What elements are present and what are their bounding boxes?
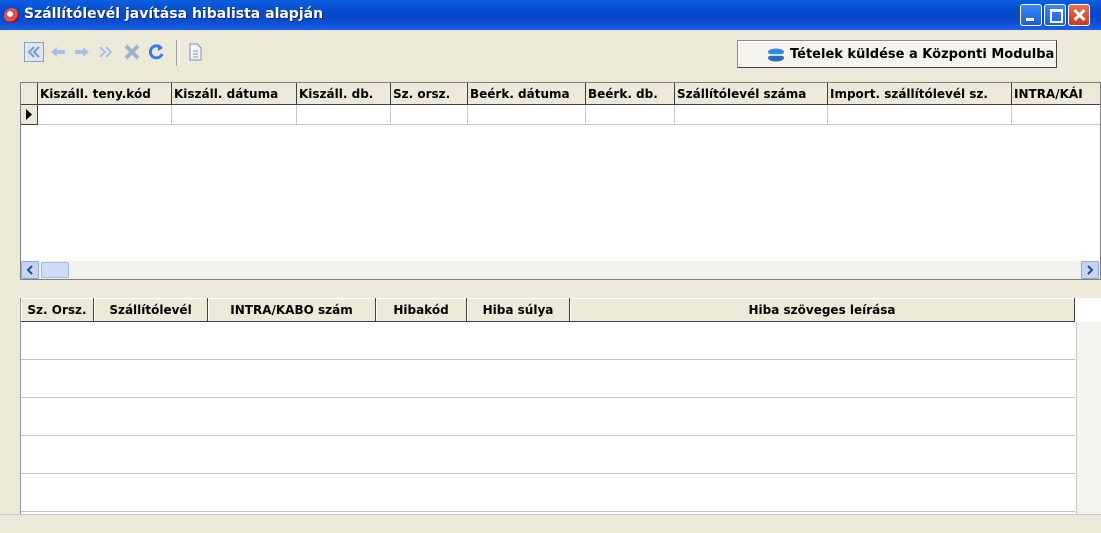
double-arrow-right-icon [99, 46, 113, 58]
column-header[interactable]: Sz. Orsz. [21, 298, 94, 322]
horizontal-scrollbar[interactable] [21, 261, 1100, 279]
vertical-scroll-area[interactable] [1076, 322, 1101, 514]
scroll-thumb[interactable] [41, 262, 69, 278]
table-cell[interactable] [675, 105, 828, 125]
table-cell[interactable] [38, 105, 172, 125]
arrow-left-icon [51, 47, 65, 57]
grid-header-row: Kiszáll. teny.kód Kiszáll. dátuma Kiszál… [21, 83, 1100, 105]
refresh-icon [148, 44, 164, 60]
column-header[interactable]: Import. szállítólevél sz. [828, 83, 1012, 105]
column-header[interactable]: INTRA/KABO szám [208, 298, 376, 322]
column-header[interactable]: Hiba szöveges leírása [570, 298, 1075, 322]
maximize-button[interactable] [1044, 4, 1066, 26]
last-record-button[interactable] [96, 42, 116, 62]
current-row-indicator[interactable] [21, 105, 38, 125]
table-row[interactable] [21, 322, 1075, 360]
table-row[interactable] [21, 360, 1075, 398]
column-header[interactable]: INTRA/KÁI [1012, 83, 1100, 105]
document-button[interactable] [185, 42, 205, 62]
table-cell[interactable] [828, 105, 1012, 125]
next-record-button[interactable] [72, 42, 92, 62]
column-header[interactable]: Beérk. dátuma [468, 83, 586, 105]
table-cell[interactable] [172, 105, 297, 125]
table-row[interactable] [21, 398, 1075, 436]
arrow-right-icon [75, 47, 89, 57]
close-button[interactable] [1068, 4, 1090, 26]
minimize-button[interactable] [1020, 4, 1042, 26]
table-cell[interactable] [391, 105, 468, 125]
double-arrow-left-icon [27, 46, 40, 58]
table-cell[interactable] [1012, 105, 1100, 125]
table-row[interactable] [21, 436, 1075, 474]
send-to-central-module-button[interactable]: Tételek küldése a Központi Modulba [737, 40, 1057, 68]
table-cell[interactable] [468, 105, 586, 125]
title-bar: Szállítólevél javítása hibalista alapján [0, 0, 1101, 30]
window-title: Szállítólevél javítása hibalista alapján [24, 6, 324, 22]
column-header[interactable]: Beérk. db. [586, 83, 675, 105]
status-bar [0, 514, 1101, 533]
scroll-left-button[interactable] [21, 261, 39, 279]
row-indicator-header [21, 83, 38, 105]
column-header[interactable]: Hibakód [376, 298, 467, 322]
column-header[interactable]: Hiba súlya [467, 298, 570, 322]
chevron-left-icon [26, 265, 33, 275]
document-icon [189, 43, 202, 61]
toolbar-separator [176, 40, 180, 66]
row-pointer-icon [26, 109, 32, 120]
table-cell[interactable] [586, 105, 675, 125]
send-icon [768, 48, 784, 62]
chevron-right-icon [1087, 265, 1094, 275]
error-list-grid[interactable]: Sz. Orsz. Szállítólevél INTRA/KABO szám … [20, 298, 1101, 514]
column-header[interactable]: Szállítólevél száma [675, 83, 828, 105]
refresh-button[interactable] [146, 42, 166, 62]
column-header[interactable]: Kiszáll. dátuma [172, 83, 297, 105]
column-header[interactable]: Szállítólevél [94, 298, 208, 322]
column-header[interactable]: Kiszáll. teny.kód [38, 83, 172, 105]
previous-record-button[interactable] [48, 42, 68, 62]
x-icon [124, 44, 140, 60]
scroll-right-button[interactable] [1081, 261, 1099, 279]
delete-button[interactable] [122, 42, 142, 62]
app-icon [4, 8, 19, 23]
column-header[interactable]: Sz. orsz. [391, 83, 468, 105]
send-button-label: Tételek küldése a Központi Modulba [790, 47, 1055, 62]
table-cell[interactable] [297, 105, 391, 125]
delivery-notes-grid[interactable]: Kiszáll. teny.kód Kiszáll. dátuma Kiszál… [20, 82, 1101, 280]
first-record-button[interactable] [24, 42, 44, 62]
column-header[interactable]: Kiszáll. db. [297, 83, 391, 105]
table-row[interactable] [21, 474, 1075, 512]
